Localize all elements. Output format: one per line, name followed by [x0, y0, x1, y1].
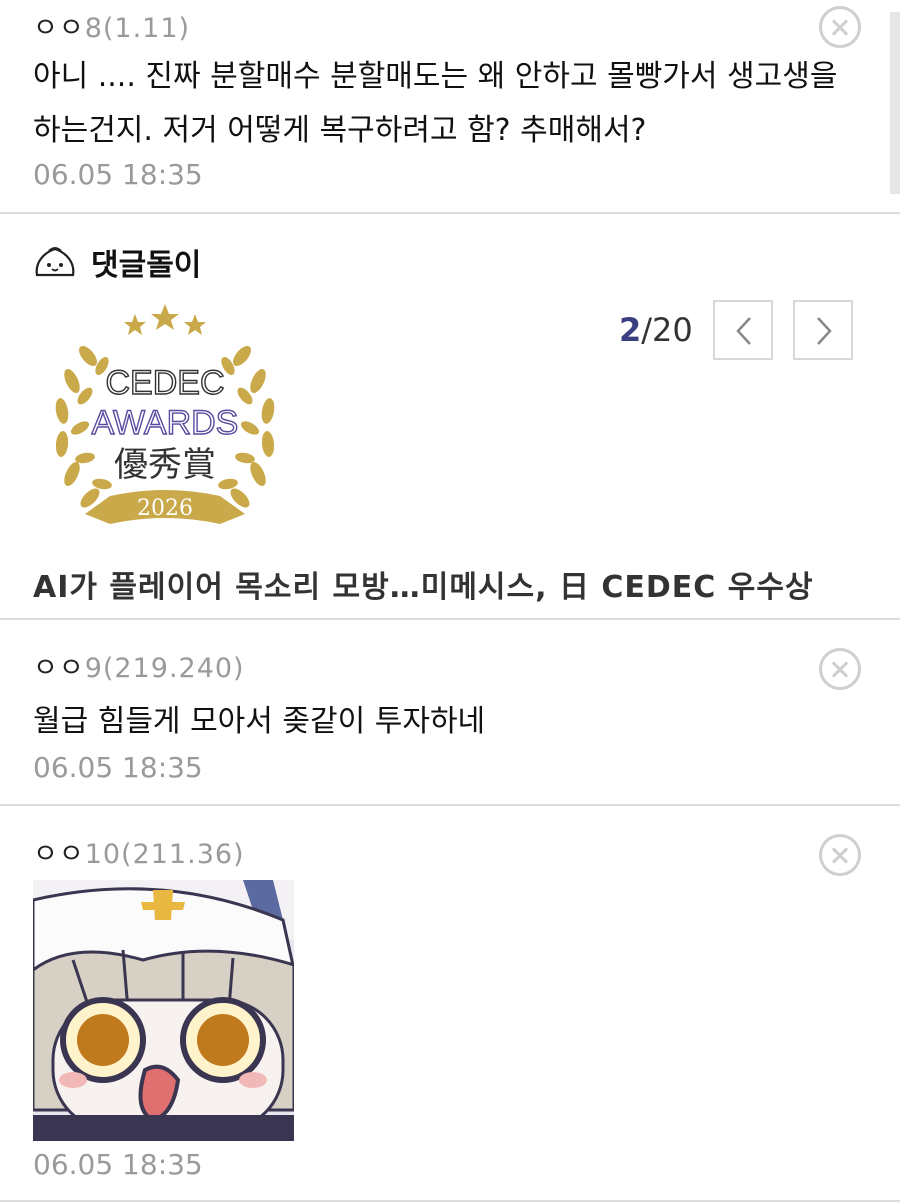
comment-nick: ㅇㅇ [33, 839, 85, 870]
award-line1: CEDEC [105, 364, 224, 402]
comment-nick: ㅇㅇ [33, 653, 85, 684]
comment-ip: (1.11) [102, 13, 191, 44]
delete-comment-button[interactable] [819, 834, 861, 876]
bot-pager: 2/20 [619, 300, 873, 360]
ad-headline-link[interactable]: AI가 플레이어 목소리 모방…미메시스, 日 CEDEC 우수상 [33, 562, 814, 606]
star-icon [124, 314, 146, 335]
dumpling-icon [35, 247, 75, 277]
comment-bot-section: 댓글돌이 2026 CEDEC AWARDS 優秀賞 2/20 AI가 플레이어… [0, 214, 900, 620]
comment-date: 06.05 18:35 [33, 751, 203, 784]
comment-text: 월급 힘들게 모아서 좆같이 투자하네 [33, 704, 486, 739]
award-line2: AWARDS [92, 404, 239, 442]
pager-current: 2 [619, 311, 642, 349]
next-button[interactable] [792, 300, 853, 360]
bot-title: 댓글돌이 [33, 240, 201, 284]
comment-author: ㅇㅇ8(1.11) [33, 6, 190, 45]
ad-thumbnail[interactable]: 2026 CEDEC AWARDS 優秀賞 [40, 296, 290, 546]
pager-count: 2/20 [619, 311, 693, 349]
comment-text: 아니 .... 진짜 분할매수 분할매도는 왜 안하고 몰빵가서 생고생을 하는… [33, 59, 838, 148]
comment-item: ㅇㅇ8(1.11) 아니 .... 진짜 분할매수 분할매도는 왜 안하고 몰빵… [0, 0, 900, 214]
comment-author: ㅇㅇ10(211.36) [33, 832, 245, 871]
delete-comment-button[interactable] [819, 648, 861, 690]
comment-author: ㅇㅇ9(219.240) [33, 646, 245, 685]
comment-ip: (211.36) [121, 839, 245, 870]
award-line3: 優秀賞 [114, 445, 216, 485]
comment-ip: (219.240) [102, 653, 245, 684]
comment-date: 06.05 18:35 [33, 158, 203, 191]
award-year: 2026 [137, 496, 193, 521]
delete-comment-button[interactable] [819, 6, 861, 48]
comment-nick: ㅇㅇ [33, 13, 85, 44]
prev-button[interactable] [712, 300, 773, 360]
bot-title-label: 댓글돌이 [91, 248, 202, 283]
pager-total: /20 [641, 311, 693, 349]
star-icon [184, 314, 206, 335]
comment-number: 10 [84, 839, 122, 870]
chevron-right-icon [816, 317, 832, 345]
emoticon-image [33, 880, 294, 1141]
star-icon [151, 304, 179, 330]
comment-number: 8 [84, 13, 103, 44]
comment-date: 06.05 18:35 [33, 1148, 203, 1181]
comment-number: 9 [84, 653, 103, 684]
comment-item: ㅇㅇ9(219.240) 월급 힘들게 모아서 좆같이 투자하네 06.05 1… [0, 620, 900, 806]
chevron-left-icon [736, 317, 751, 345]
